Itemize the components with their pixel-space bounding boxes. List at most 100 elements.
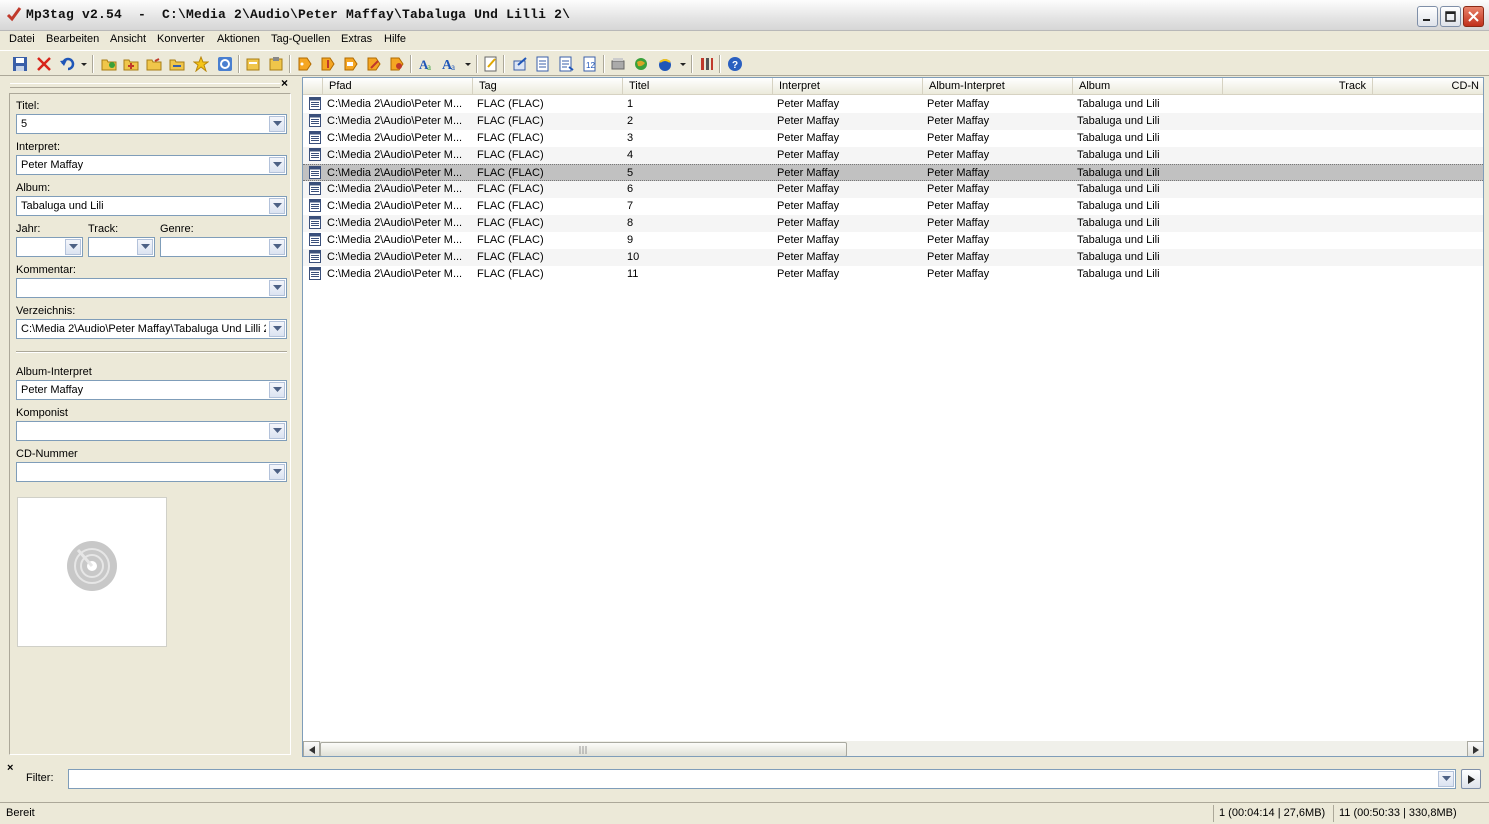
chevron-down-icon[interactable]	[65, 239, 81, 255]
chevron-down-icon[interactable]	[269, 382, 285, 398]
open-folder-button[interactable]	[144, 54, 164, 74]
menu-ansicht[interactable]: Ansicht	[110, 33, 146, 45]
text-tag-button[interactable]	[341, 54, 361, 74]
column-header-track[interactable]: Track	[1223, 78, 1373, 95]
chevron-down-icon[interactable]	[269, 198, 285, 214]
favorite-folder-button[interactable]	[167, 54, 187, 74]
title-bar[interactable]: Mp3tag v2.54 - C:\Media 2\Audio\Peter Ma…	[0, 0, 1489, 31]
scroll-thumb[interactable]	[320, 742, 847, 756]
menu-aktionen[interactable]: Aktionen	[217, 33, 260, 45]
minimize-button[interactable]	[1417, 6, 1438, 27]
table-row[interactable]: C:\Media 2\Audio\Peter M... FLAC (FLAC) 2 P…	[303, 113, 1483, 130]
maximize-button[interactable]	[1440, 6, 1461, 27]
export-button[interactable]	[510, 54, 530, 74]
horizontal-scrollbar[interactable]	[303, 741, 1483, 756]
jahr-combo[interactable]	[16, 237, 83, 257]
column-header-album-interpret[interactable]: Album-Interpret	[923, 78, 1073, 95]
remove-tag-button[interactable]	[34, 54, 54, 74]
cell-titel: 3	[627, 132, 634, 144]
paste-tag-button[interactable]	[266, 54, 286, 74]
web-source-button[interactable]	[631, 54, 651, 74]
file-list[interactable]: Pfad Tag Titel Interpret Album-Interpret…	[302, 77, 1484, 757]
cd-nummer-combo[interactable]	[16, 462, 287, 482]
komponist-combo[interactable]	[16, 421, 287, 441]
verzeichnis-combo[interactable]: C:\Media 2\Audio\Peter Maffay\Tabaluga U…	[16, 319, 287, 339]
tag-tag-alt-button[interactable]	[387, 54, 407, 74]
filename-tag-button[interactable]	[318, 54, 338, 74]
chevron-down-icon[interactable]	[269, 116, 285, 132]
column-header-pfad[interactable]: Pfad	[323, 78, 473, 95]
table-row[interactable]: C:\Media 2\Audio\Peter M... FLAC (FLAC) 7 P…	[303, 198, 1483, 215]
cover-art[interactable]	[17, 497, 167, 647]
actions-button[interactable]: Aa	[440, 54, 472, 74]
kommentar-combo[interactable]	[16, 278, 287, 298]
column-header-album[interactable]: Album	[1073, 78, 1223, 95]
undo-button[interactable]	[58, 54, 88, 74]
table-row[interactable]: C:\Media 2\Audio\Peter M... FLAC (FLAC) 10…	[303, 249, 1483, 266]
interpret-combo[interactable]: Peter Maffay	[16, 155, 287, 175]
menu-extras[interactable]: Extras	[341, 33, 372, 45]
help-button[interactable]: ?	[725, 54, 745, 74]
panel-grip[interactable]	[10, 83, 280, 88]
scroll-left-button[interactable]	[303, 741, 320, 756]
panel-splitter[interactable]	[296, 77, 301, 757]
tag-tag-button[interactable]	[364, 54, 384, 74]
column-header-interpret[interactable]: Interpret	[773, 78, 923, 95]
refresh-button[interactable]	[215, 54, 235, 74]
track-combo[interactable]	[88, 237, 155, 257]
filter-apply-button[interactable]	[1461, 769, 1481, 789]
genre-combo[interactable]	[160, 237, 287, 257]
album-combo[interactable]: Tabaluga und Lili	[16, 196, 287, 216]
save-button[interactable]	[10, 54, 30, 74]
table-row[interactable]: C:\Media 2\Audio\Peter M... FLAC (FLAC) 1 P…	[303, 96, 1483, 113]
column-header-tag[interactable]: Tag	[473, 78, 623, 95]
table-row[interactable]: C:\Media 2\Audio\Peter M... FLAC (FLAC) 3 P…	[303, 130, 1483, 147]
copy-tag-button[interactable]	[243, 54, 263, 74]
tag-sources-button[interactable]	[655, 54, 687, 74]
menu-tag-quellen[interactable]: Tag-Quellen	[271, 33, 330, 45]
table-row-selected[interactable]: C:\Media 2\Audio\Peter M... FLAC (FLAC) 5 P…	[303, 164, 1483, 181]
playlist-button[interactable]	[533, 54, 553, 74]
chevron-down-icon[interactable]	[269, 321, 285, 337]
table-row[interactable]: C:\Media 2\Audio\Peter M... FLAC (FLAC) 4 P…	[303, 147, 1483, 164]
freedb-button[interactable]	[608, 54, 628, 74]
case-convert-button[interactable]: Aa	[416, 54, 436, 74]
menu-hilfe[interactable]: Hilfe	[384, 33, 406, 45]
cell-tag: FLAC (FLAC)	[477, 183, 544, 195]
chevron-down-icon[interactable]	[269, 157, 285, 173]
column-header-cd-nummer[interactable]: CD-N	[1373, 78, 1483, 95]
chevron-down-icon[interactable]	[269, 239, 285, 255]
tag-filename-button[interactable]	[295, 54, 315, 74]
change-directory-button[interactable]	[99, 54, 119, 74]
chevron-down-icon[interactable]	[269, 423, 285, 439]
titel-combo[interactable]: 5	[16, 114, 287, 134]
filter-input[interactable]	[68, 769, 1456, 789]
options-button[interactable]	[697, 54, 717, 74]
column-header-icon[interactable]	[303, 78, 323, 95]
list-button[interactable]	[556, 54, 576, 74]
panel-close-icon[interactable]: ×	[281, 76, 288, 90]
column-header-titel[interactable]: Titel	[623, 78, 773, 95]
menu-datei[interactable]: Datei	[9, 33, 35, 45]
numbering-button[interactable]: 12	[580, 54, 600, 74]
menu-bearbeiten[interactable]: Bearbeiten	[46, 33, 99, 45]
add-directory-button[interactable]	[121, 54, 141, 74]
auto-number-button[interactable]	[481, 54, 501, 74]
scroll-right-button[interactable]	[1467, 741, 1483, 756]
filter-close-icon[interactable]: ×	[7, 762, 13, 774]
chevron-down-icon[interactable]	[137, 239, 153, 255]
chevron-down-icon[interactable]	[269, 280, 285, 296]
chevron-down-icon[interactable]	[269, 464, 285, 480]
table-row[interactable]: C:\Media 2\Audio\Peter M... FLAC (FLAC) 9 P…	[303, 232, 1483, 249]
table-row[interactable]: C:\Media 2\Audio\Peter M... FLAC (FLAC) 11…	[303, 266, 1483, 283]
komponist-label: Komponist	[16, 407, 68, 419]
close-button[interactable]	[1463, 6, 1484, 27]
menu-konverter[interactable]: Konverter	[157, 33, 205, 45]
filter-bar: × Filter:	[0, 760, 1489, 800]
album-interpret-combo[interactable]: Peter Maffay	[16, 380, 287, 400]
favorites-button[interactable]	[191, 54, 211, 74]
table-row[interactable]: C:\Media 2\Audio\Peter M... FLAC (FLAC) 6 P…	[303, 181, 1483, 198]
arrow-right-icon	[1472, 745, 1479, 754]
chevron-down-icon[interactable]	[1438, 771, 1454, 787]
table-row[interactable]: C:\Media 2\Audio\Peter M... FLAC (FLAC) 8 P…	[303, 215, 1483, 232]
